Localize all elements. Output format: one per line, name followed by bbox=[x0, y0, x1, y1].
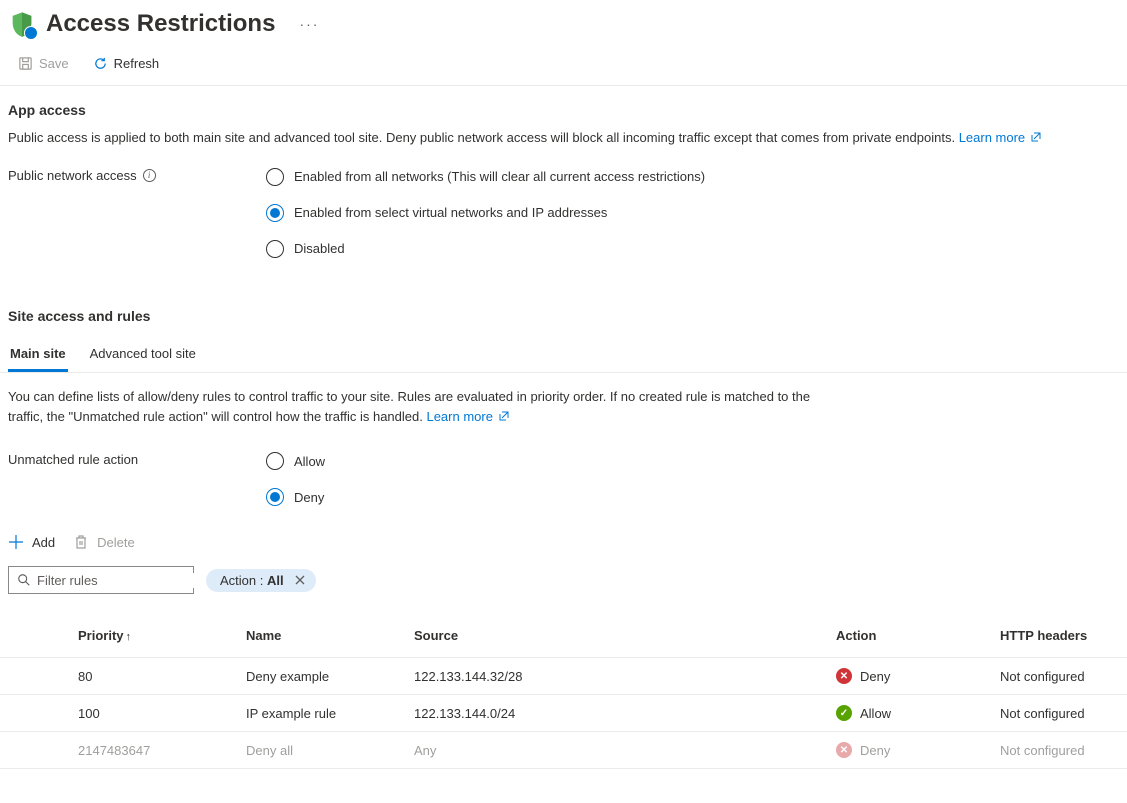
radio-unmatched-allow[interactable]: Allow bbox=[266, 452, 325, 470]
table-row[interactable]: 80 Deny example 122.133.144.32/28 ✕ Deny… bbox=[0, 658, 1127, 695]
radio-selected-icon bbox=[266, 488, 284, 506]
cell-name: IP example rule bbox=[236, 695, 404, 732]
filter-text-field[interactable] bbox=[37, 573, 213, 588]
more-menu-button[interactable]: ··· bbox=[299, 16, 319, 32]
cell-source: Any bbox=[404, 732, 826, 769]
learn-more-link[interactable]: Learn more bbox=[959, 130, 1041, 145]
column-http-headers[interactable]: HTTP headers bbox=[990, 608, 1127, 658]
external-link-icon bbox=[499, 411, 509, 421]
deny-status-icon: ✕ bbox=[836, 742, 852, 758]
rules-table: Priority↑ Name Source Action HTTP header… bbox=[0, 608, 1127, 769]
cell-source: 122.133.144.32/28 bbox=[404, 658, 826, 695]
table-row[interactable]: 2147483647 Deny all Any ✕ Deny Not confi… bbox=[0, 732, 1127, 769]
command-bar: Save Refresh bbox=[0, 44, 1127, 86]
tab-advanced-tool-site[interactable]: Advanced tool site bbox=[88, 346, 198, 372]
radio-enabled-all-networks[interactable]: Enabled from all networks (This will cle… bbox=[266, 168, 705, 186]
plus-icon bbox=[8, 534, 24, 550]
cell-priority: 80 bbox=[68, 658, 236, 695]
public-network-access-label: Public network access i bbox=[8, 168, 266, 183]
page-title: Access Restrictions bbox=[46, 10, 275, 38]
radio-disabled[interactable]: Disabled bbox=[266, 240, 705, 258]
close-icon[interactable] bbox=[294, 574, 306, 586]
trash-icon bbox=[73, 534, 89, 550]
cell-action: ✓ Allow bbox=[826, 695, 990, 732]
deny-status-icon: ✕ bbox=[836, 668, 852, 684]
column-action[interactable]: Action bbox=[826, 608, 990, 658]
cell-priority: 2147483647 bbox=[68, 732, 236, 769]
save-icon bbox=[18, 56, 33, 71]
cell-http-headers: Not configured bbox=[990, 695, 1127, 732]
delete-rule-button[interactable]: Delete bbox=[73, 534, 135, 550]
radio-icon bbox=[266, 452, 284, 470]
allow-status-icon: ✓ bbox=[836, 705, 852, 721]
cell-name: Deny all bbox=[236, 732, 404, 769]
cell-http-headers: Not configured bbox=[990, 732, 1127, 769]
learn-more-link[interactable]: Learn more bbox=[426, 409, 508, 424]
app-access-heading: App access bbox=[8, 102, 1119, 118]
unmatched-rule-action-label: Unmatched rule action bbox=[8, 452, 266, 467]
tab-main-site[interactable]: Main site bbox=[8, 346, 68, 372]
site-access-heading: Site access and rules bbox=[8, 308, 1119, 324]
radio-icon bbox=[266, 240, 284, 258]
cell-action: ✕ Deny bbox=[826, 658, 990, 695]
save-button[interactable]: Save bbox=[8, 52, 79, 75]
column-name[interactable]: Name bbox=[236, 608, 404, 658]
cell-source: 122.133.144.0/24 bbox=[404, 695, 826, 732]
radio-unmatched-deny[interactable]: Deny bbox=[266, 488, 325, 506]
table-row[interactable]: 100 IP example rule 122.133.144.0/24 ✓ A… bbox=[0, 695, 1127, 732]
column-priority[interactable]: Priority↑ bbox=[68, 608, 236, 658]
radio-enabled-select-networks[interactable]: Enabled from select virtual networks and… bbox=[266, 204, 705, 222]
filter-rules-input[interactable] bbox=[8, 566, 194, 594]
cell-http-headers: Not configured bbox=[990, 658, 1127, 695]
add-rule-button[interactable]: Add bbox=[8, 534, 55, 550]
cell-action: ✕ Deny bbox=[826, 732, 990, 769]
column-source[interactable]: Source bbox=[404, 608, 826, 658]
app-access-description: Public access is applied to both main si… bbox=[8, 128, 1119, 148]
site-access-description: You can define lists of allow/deny rules… bbox=[0, 373, 830, 429]
shield-icon bbox=[8, 10, 36, 38]
radio-icon bbox=[266, 168, 284, 186]
info-icon[interactable]: i bbox=[143, 169, 156, 182]
cell-name: Deny example bbox=[236, 658, 404, 695]
refresh-icon bbox=[93, 56, 108, 71]
radio-selected-icon bbox=[266, 204, 284, 222]
filter-pill-action[interactable]: Action : All bbox=[206, 569, 316, 592]
sort-ascending-icon: ↑ bbox=[126, 631, 132, 643]
external-link-icon bbox=[1031, 132, 1041, 142]
refresh-button[interactable]: Refresh bbox=[83, 52, 170, 75]
search-icon bbox=[17, 573, 31, 587]
cell-priority: 100 bbox=[68, 695, 236, 732]
